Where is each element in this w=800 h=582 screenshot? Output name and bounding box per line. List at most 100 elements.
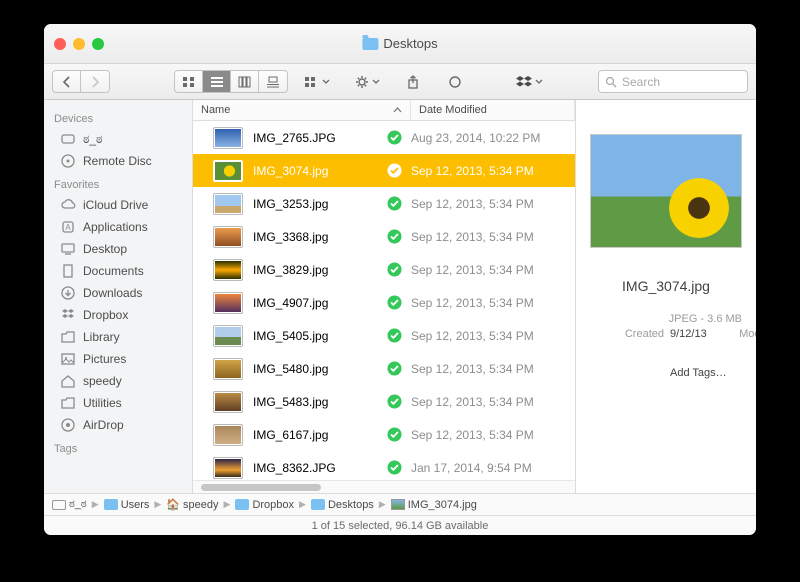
preview-filename: IMG_3074.jpg: [622, 278, 710, 294]
sidebar-item[interactable]: Remote Disc: [44, 150, 192, 172]
file-row[interactable]: IMG_2765.JPGAug 23, 2014, 10:22 PM: [193, 121, 575, 154]
sidebar-item-label: Library: [83, 330, 120, 344]
sync-status-icon: [377, 229, 411, 244]
sidebar-item[interactable]: AirDrop: [44, 414, 192, 436]
file-date: Sep 12, 2013, 5:34 PM: [411, 395, 575, 409]
file-thumbnail: [213, 292, 243, 314]
sidebar-section-head: Tags: [44, 436, 192, 458]
path-segment[interactable]: 🏠 speedy: [166, 498, 218, 511]
dropbox-button[interactable]: [508, 70, 550, 93]
file-name: IMG_6167.jpg: [253, 428, 377, 442]
file-name: IMG_3074.jpg: [253, 164, 377, 178]
icon-view-button[interactable]: [175, 71, 203, 92]
file-row[interactable]: IMG_5405.jpgSep 12, 2013, 5:34 PM: [193, 319, 575, 352]
path-segment[interactable]: Dropbox: [235, 499, 294, 511]
sidebar-item-label: Applications: [83, 220, 148, 234]
sync-status-icon: [377, 361, 411, 376]
sidebar-item[interactable]: A Applications: [44, 216, 192, 238]
path-bar: ಠ_ಠ▶ Users▶🏠 speedy▶ Dropbox▶ Desktops▶ …: [44, 493, 756, 515]
close-button[interactable]: [54, 38, 66, 50]
search-field[interactable]: Search: [598, 70, 748, 93]
path-segment[interactable]: Users: [104, 499, 150, 511]
minimize-button[interactable]: [73, 38, 85, 50]
file-name: IMG_3253.jpg: [253, 197, 377, 211]
column-view-button[interactable]: [231, 71, 259, 92]
airdrop-icon: [60, 417, 76, 433]
sync-status-icon: [377, 262, 411, 277]
file-row[interactable]: IMG_5483.jpg Sep 12, 2013, 5:34 PM: [193, 385, 575, 418]
file-row[interactable]: IMG_3074.jpg Sep 12, 2013, 5:34 PM: [193, 154, 575, 187]
sidebar-item[interactable]: ಠ_ಠ: [44, 128, 192, 150]
zoom-button[interactable]: [92, 38, 104, 50]
sidebar-item[interactable]: Library: [44, 326, 192, 348]
sidebar-item[interactable]: Dropbox: [44, 304, 192, 326]
list-view-button[interactable]: [203, 71, 231, 92]
file-row[interactable]: IMG_5480.jpgSep 12, 2013, 5:34 PM: [193, 352, 575, 385]
column-date[interactable]: Date Modified: [411, 100, 575, 120]
sidebar-section-head: Favorites: [44, 172, 192, 194]
sidebar-item[interactable]: Utilities: [44, 392, 192, 414]
file-row[interactable]: IMG_6167.jpg Sep 12, 2013, 5:34 PM: [193, 418, 575, 451]
sync-status-icon: [377, 130, 411, 145]
sidebar-item-label: AirDrop: [83, 418, 124, 432]
file-row[interactable]: IMG_8362.JPG Jan 17, 2014, 9:54 PM: [193, 451, 575, 480]
sidebar-item-label: Dropbox: [83, 308, 128, 322]
coverflow-view-button[interactable]: [259, 71, 287, 92]
path-segment[interactable]: IMG_3074.jpg: [391, 499, 477, 511]
sidebar-item[interactable]: iCloud Drive: [44, 194, 192, 216]
forward-button[interactable]: [81, 71, 109, 92]
tags-button[interactable]: [438, 70, 472, 93]
sync-status-icon: [377, 394, 411, 409]
doc-icon: [60, 263, 76, 279]
chevron-right-icon: ▶: [377, 499, 388, 510]
file-date: Sep 12, 2013, 5:34 PM: [411, 428, 575, 442]
titlebar: Desktops: [44, 24, 756, 64]
sidebar-item[interactable]: Documents: [44, 260, 192, 282]
file-row[interactable]: IMG_4907.jpgSep 12, 2013, 5:34 PM: [193, 286, 575, 319]
file-row[interactable]: IMG_3253.jpg Sep 12, 2013, 5:34 PM: [193, 187, 575, 220]
sidebar-item-label: Downloads: [83, 286, 142, 300]
file-date: Sep 12, 2013, 5:34 PM: [411, 197, 575, 211]
file-date: Aug 23, 2014, 10:22 PM: [411, 131, 575, 145]
file-date: Sep 12, 2013, 5:34 PM: [411, 362, 575, 376]
share-button[interactable]: [396, 70, 430, 93]
back-button[interactable]: [53, 71, 81, 92]
status-bar: 1 of 15 selected, 96.14 GB available: [44, 515, 756, 535]
file-date: Sep 12, 2013, 5:34 PM: [411, 263, 575, 277]
file-date: Jan 17, 2014, 9:54 PM: [411, 461, 575, 475]
sidebar-item[interactable]: Desktop: [44, 238, 192, 260]
sidebar-item-label: Desktop: [83, 242, 127, 256]
file-row[interactable]: IMG_3829.jpgSep 12, 2013, 5:34 PM: [193, 253, 575, 286]
path-segment[interactable]: ಠ_ಠ: [52, 498, 87, 511]
file-name: IMG_5405.jpg: [253, 329, 377, 343]
chevron-right-icon: ▶: [297, 499, 308, 510]
preview-image: [590, 134, 742, 248]
preview-kind: JPEG - 3.6 MB: [669, 313, 742, 325]
sync-status-icon: [377, 460, 411, 475]
dropbox-icon: [60, 307, 76, 323]
add-tags-link[interactable]: Add Tags…: [664, 367, 742, 379]
action-button[interactable]: [346, 70, 388, 93]
sidebar-item[interactable]: Downloads: [44, 282, 192, 304]
sync-status-icon: [377, 427, 411, 442]
finder-window: Desktops Search Devicesಠ_ಠRemote DiscFav…: [44, 24, 756, 535]
path-segment[interactable]: Desktops: [311, 499, 374, 511]
file-name: IMG_8362.JPG: [253, 461, 377, 475]
sync-status-icon: [377, 196, 411, 211]
arrange-button[interactable]: [296, 70, 338, 93]
sidebar-item[interactable]: speedy: [44, 370, 192, 392]
column-name[interactable]: Name: [193, 100, 411, 120]
cloud-icon: [60, 197, 76, 213]
sidebar-item-label: Pictures: [83, 352, 126, 366]
file-date: Sep 12, 2013, 5:34 PM: [411, 164, 575, 178]
down-icon: [60, 285, 76, 301]
file-thumbnail: [213, 325, 243, 347]
horizontal-scrollbar[interactable]: [193, 480, 575, 493]
sidebar-item-label: Utilities: [83, 396, 122, 410]
file-name: IMG_5483.jpg: [253, 395, 377, 409]
svg-text:A: A: [65, 223, 71, 232]
sidebar-item[interactable]: Pictures: [44, 348, 192, 370]
file-row[interactable]: IMG_3368.jpgSep 12, 2013, 5:34 PM: [193, 220, 575, 253]
sync-status-icon: [377, 163, 411, 178]
toolbar: Search: [44, 64, 756, 100]
